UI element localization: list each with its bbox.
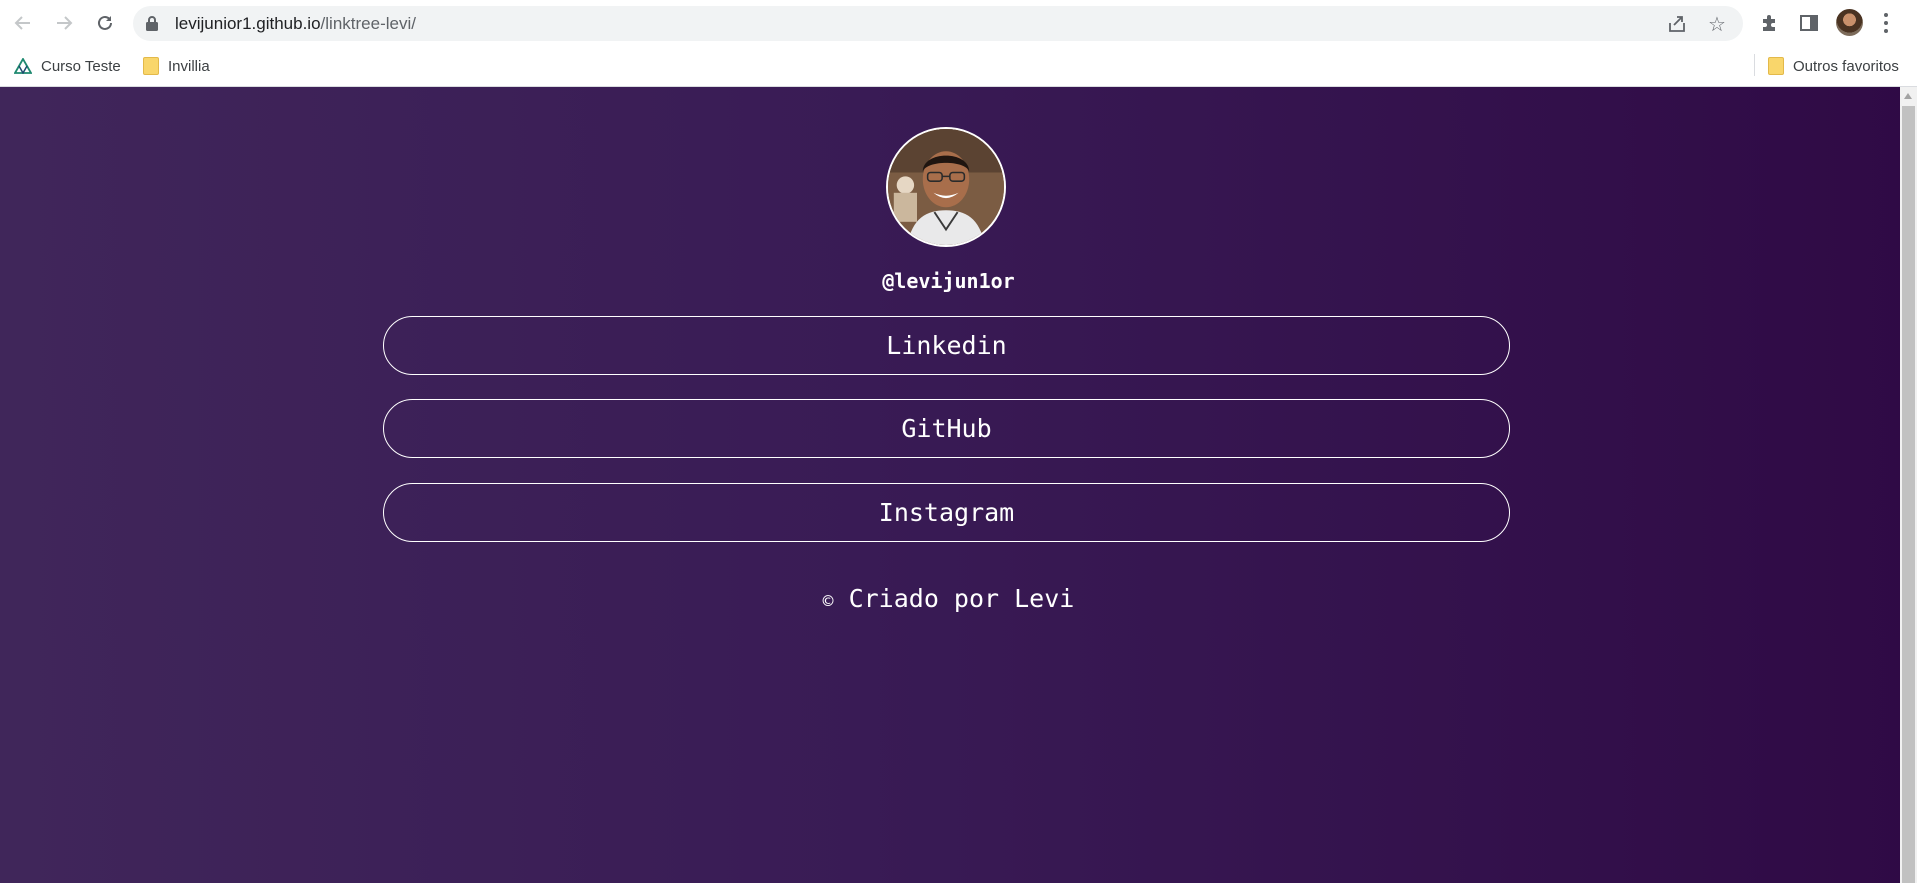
share-icon[interactable] [1666, 13, 1688, 35]
copyright-symbol: © [822, 591, 834, 612]
forward-button[interactable] [49, 8, 79, 38]
bookmarks-bar: Curso Teste Invillia [0, 46, 1917, 87]
profile-photo [886, 127, 1006, 247]
scroll-up-arrow-icon[interactable] [1904, 93, 1912, 99]
vertical-scrollbar[interactable] [1900, 87, 1917, 883]
bookmark-invillia[interactable]: Invillia [143, 54, 210, 78]
side-panel-icon[interactable] [1797, 11, 1821, 35]
scrollbar-thumb[interactable] [1902, 106, 1915, 883]
bookmark-label: Curso Teste [41, 57, 121, 75]
other-bookmarks-label: Outros favoritos [1793, 57, 1899, 75]
reload-button[interactable] [90, 8, 120, 38]
folder-icon [143, 57, 159, 75]
arrow-right-icon [57, 16, 73, 30]
extensions-puzzle-icon[interactable] [1757, 11, 1781, 35]
url-host: levijunior1.github.io [175, 14, 321, 33]
profile-photo-image [888, 129, 1004, 245]
page-viewport: @levijun1or Linkedin GitHub Instagram © … [0, 87, 1917, 883]
address-bar[interactable]: levijunior1.github.io/linktree-levi/ ☆ [133, 6, 1743, 41]
other-bookmarks-folder[interactable]: Outros favoritos [1768, 54, 1899, 78]
footer-text: Criado por Levi [848, 584, 1075, 613]
bookmark-label: Invillia [168, 57, 210, 75]
folder-icon [1768, 57, 1784, 75]
url-path: /linktree-levi/ [320, 14, 416, 33]
back-button[interactable] [8, 8, 38, 38]
linkedin-link-button[interactable]: Linkedin [383, 316, 1510, 375]
bookmarks-divider [1754, 54, 1755, 76]
github-link-button[interactable]: GitHub [383, 399, 1510, 458]
arrow-left-icon [14, 16, 30, 30]
bookmark-curso-teste[interactable]: Curso Teste [14, 54, 121, 78]
profile-avatar[interactable] [1836, 9, 1863, 36]
footer-credit: © Criado por Levi [0, 584, 1897, 613]
browser-toolbar: levijunior1.github.io/linktree-levi/ ☆ [0, 0, 1917, 46]
more-menu-icon[interactable] [1880, 11, 1892, 35]
bookmark-star-icon[interactable]: ☆ [1706, 13, 1728, 36]
url-text[interactable]: levijunior1.github.io/linktree-levi/ [175, 14, 416, 34]
lock-icon [146, 16, 158, 31]
instagram-link-button[interactable]: Instagram [383, 483, 1510, 542]
profile-handle: @levijun1or [882, 269, 1015, 293]
vuetify-logo-icon [14, 58, 32, 74]
reload-icon [98, 15, 112, 30]
